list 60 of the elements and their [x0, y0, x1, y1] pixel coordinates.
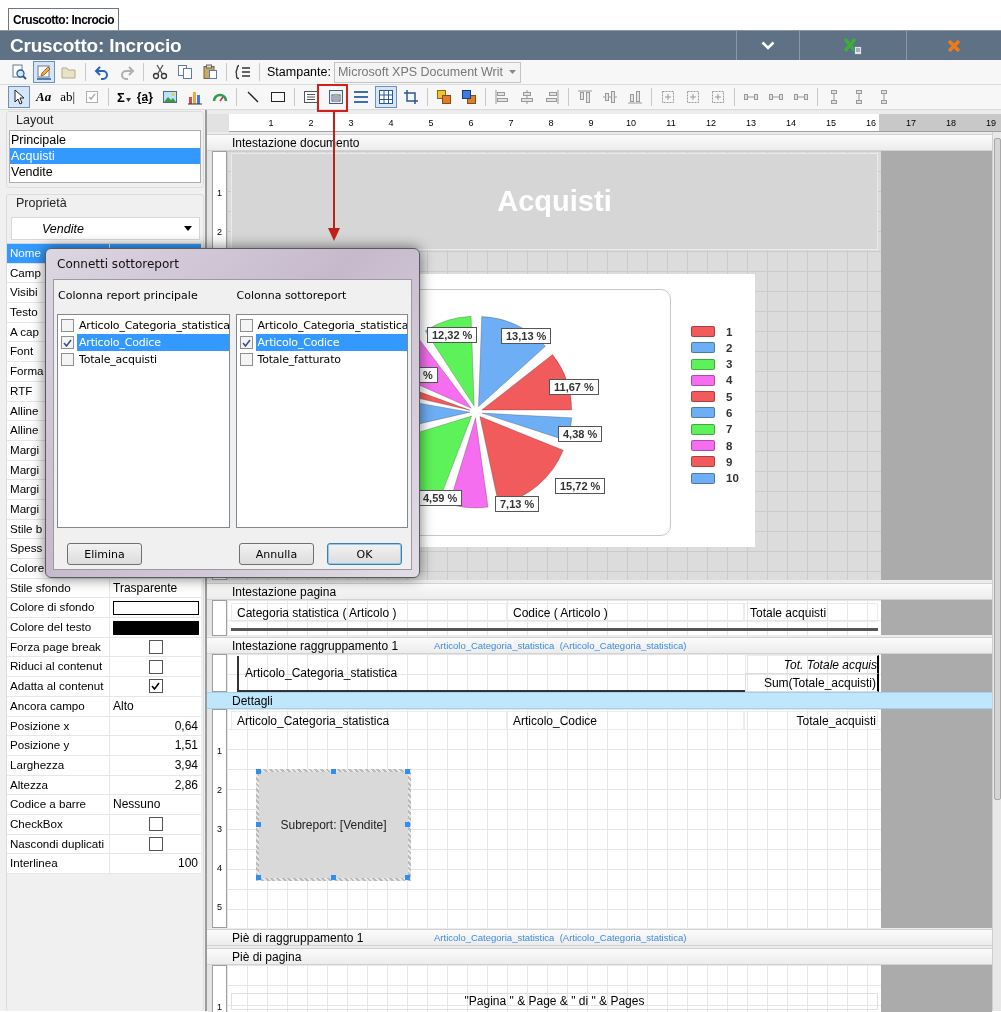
legend-label: 7 — [726, 423, 733, 436]
section-title: Intestazione pagina — [232, 584, 338, 599]
ruler-number: 8 — [547, 117, 555, 128]
ruler-number: 14 — [785, 117, 797, 128]
ruler-number: 13 — [745, 117, 757, 128]
ruler-number: 10 — [625, 117, 637, 128]
ruler-number: 1 — [217, 1001, 222, 1012]
data-label: 12,32 % — [427, 327, 478, 343]
ruler-number: 2 — [217, 784, 222, 797]
group-title: Layout — [15, 112, 55, 129]
legend-label: 6 — [726, 407, 733, 419]
subreport-label: Subreport: [Vendite] — [280, 818, 387, 832]
ruler-number: 4 — [387, 117, 395, 128]
legend-label: 5 — [726, 390, 733, 403]
legend-label: 9 — [726, 455, 733, 468]
ruler-number: 11 — [665, 117, 677, 128]
ruler-number: 15 — [825, 117, 837, 128]
ruler-number: 9 — [587, 117, 595, 128]
window-title: Cruscotto: Incrocio — [9, 33, 183, 58]
section-title: Piè di pagina — [232, 949, 303, 964]
ruler-number: 2 — [307, 117, 315, 128]
ruler-number: 16 — [865, 117, 877, 128]
dialog-title: Connetti sottoreport — [56, 256, 180, 273]
data-label: 13,13 % — [501, 328, 552, 344]
ruler-number: 1 — [217, 745, 222, 758]
ruler-number: 17 — [905, 117, 917, 128]
legend-label: 10 — [726, 472, 739, 485]
group-field-info: Articolo_Categoria_statistica (Articolo_Categoria_statistica) — [434, 640, 687, 651]
data-label: 4,59 % — [418, 490, 463, 506]
ruler-number: 3 — [217, 823, 222, 836]
ruler-number: 1 — [217, 187, 222, 200]
data-label: 11,67 % — [549, 379, 599, 395]
section-title: Dettagli — [232, 693, 274, 708]
ruler-number: 3 — [347, 117, 355, 128]
ruler-number: 2 — [217, 226, 222, 239]
ruler-number: 18 — [945, 117, 957, 128]
legend-label: 1 — [726, 325, 733, 338]
column-header: Colonna report principale — [57, 288, 199, 304]
ruler-number: 5 — [427, 117, 435, 128]
section-title: Piè di raggruppamento 1 — [232, 930, 365, 945]
ruler-number: 4 — [217, 862, 222, 875]
legend-label: 8 — [726, 439, 733, 452]
data-label: 15,72 % — [555, 478, 606, 494]
ruler-number: 7 — [507, 117, 515, 128]
section-title: Intestazione raggruppamento 1 — [232, 638, 400, 653]
ruler-number: 12 — [705, 117, 717, 128]
printer-label: Stampante: — [267, 65, 331, 79]
data-label: % — [418, 367, 438, 383]
column-header: Colonna sottoreport — [235, 288, 348, 304]
data-label: 7,13 % — [495, 496, 540, 512]
legend-label: 2 — [726, 341, 733, 354]
ruler-number: 1 — [267, 117, 275, 128]
group-title: Proprietà — [15, 195, 68, 212]
legend-label: 4 — [726, 374, 733, 387]
legend-label: 3 — [726, 358, 733, 371]
group-field-info: Articolo_Categoria_statistica (Articolo_Categoria_statistica) — [434, 932, 687, 943]
ruler-number: 5 — [217, 901, 222, 914]
ruler-number: 19 — [985, 117, 997, 128]
data-label: 4,38 % — [558, 426, 603, 442]
ruler-number: 6 — [467, 117, 475, 128]
